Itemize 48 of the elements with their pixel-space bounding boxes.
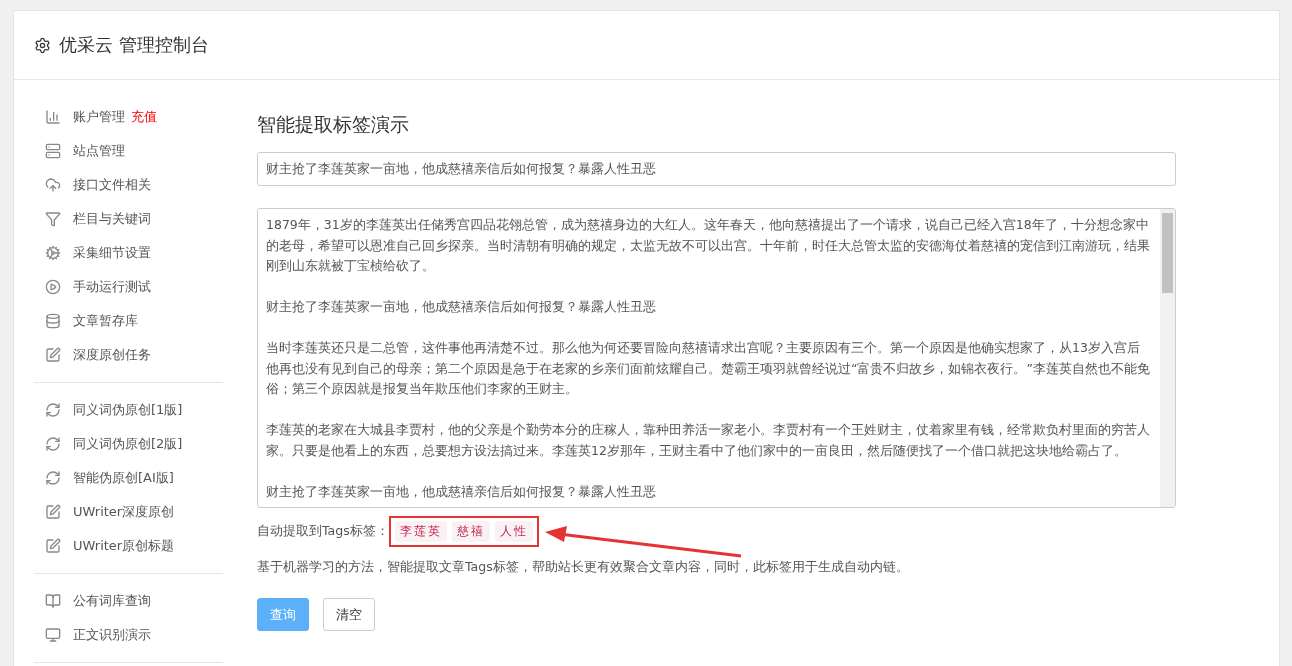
clear-button[interactable]: 清空 [323,598,375,631]
sidebar-item[interactable]: 同义词伪原创[2版] [34,427,223,461]
edit-icon [45,504,61,520]
edit-icon [45,347,61,363]
sidebar-item[interactable]: 智能伪原创[AI版] [34,461,223,495]
monitor-icon [45,627,61,643]
refresh-icon [45,402,61,418]
content-paragraph: 李莲英的老家在大城县李贾村，他的父亲是个勤劳本分的庄稼人，靠种田养活一家老小。李贾村有一个王姓财主，仗着家里有钱，经常欺负村里面的穷苦人家。只要是他看上的东西，总要想方设法搞过来。李莲英12岁那年，王财主看中了他们家中的一亩良田，然后随便找了一个借口就把这块地给霸占了。 [266,421,1151,460]
book-icon [45,593,61,609]
page-title: 智能提取标签演示 [257,112,410,137]
sidebar-item[interactable]: 站点管理 [34,134,223,168]
bar-chart-icon [45,109,61,125]
cloud-upload-icon [45,177,61,193]
sidebar-item[interactable]: 账户管理 充值 [34,100,223,134]
sidebar-item[interactable]: 手动运行测试 [34,270,223,304]
sidebar-item[interactable]: 采集细节设置 [34,236,223,270]
play-icon [45,279,61,295]
sidebar-item[interactable]: UWriter原创标题 [34,529,223,563]
sidebar-item[interactable]: 文章暂存库 [34,304,223,338]
sidebar-item[interactable]: 公有词库查询 [34,584,223,618]
filter-icon [45,211,61,227]
tag: 慈禧 [451,520,490,542]
tag: 李莲英 [394,520,447,542]
server-icon [45,143,61,159]
sidebar-item[interactable]: UWriter深度原创 [34,495,223,529]
sidebar-item[interactable]: 深度原创任务 [34,338,223,372]
tag: 人性 [494,520,533,542]
settings-icon [34,36,51,54]
sidebar-item[interactable]: 正文识别演示 [34,618,223,652]
tags-label: 自动提取到Tags标签： [257,522,389,540]
gears-icon [45,245,61,261]
scrollbar[interactable] [1160,209,1175,507]
title-field[interactable]: 财主抢了李莲英家一亩地，他成慈禧亲信后如何报复？暴露人性丑恶 [257,152,1176,186]
recharge-badge[interactable]: 充值 [131,108,157,126]
sidebar-item[interactable]: 栏目与关键词 [34,202,223,236]
content-paragraph: 财主抢了李莲英家一亩地，他成慈禧亲信后如何报复？暴露人性丑恶 [266,482,657,501]
content-paragraph: 当时李莲英还只是二总管，这件事他再清楚不过。那么他为何还要冒险向慈禧请求出宫呢？主要原因有三个。第一个原因是他确实想家了，从13岁入宫后他再也没有见到自己的母亲；第二个原因是急于在老家的乡亲们面前炫耀自己。楚霸王项羽就曾经说过“富贵不归故乡，如锦衣夜行。”李莲英自然也不能免俗；第三个原因就是报复当年欺压他们李家的王财主。 [266,339,1151,398]
sidebar-item[interactable]: 同义词伪原创[1版] [34,393,223,427]
database-icon [45,313,61,329]
sidebar-item[interactable]: 接口文件相关 [34,168,223,202]
content-paragraph: 财主抢了李莲英家一亩地，他成慈禧亲信后如何报复？暴露人性丑恶 [266,298,657,316]
content-paragraph: 1879年，31岁的李莲英出任储秀宫四品花翎总管，成为慈禧身边的大红人。这年春天，他向慈禧提出了一个请求，说自己已经入宫18年了，十分想念家中的老母，希望可以恩准自己回乡探亲。当时清朝有明确的规定，太监无故不可以出宫。十年前，时任大总管太监的安德海仗着慈禧的宠信到江南游玩，结果刚到山东就被丁宝桢给砍了。 [266,216,1151,275]
edit-icon [45,538,61,554]
content-field[interactable] [257,208,1176,508]
description-text: 基于机器学习的方法，智能提取文章Tags标签，帮助站长更有效聚合文章内容，同时，此标签用于生成自动内链。 [257,559,910,576]
refresh-icon [45,470,61,486]
console-title: 优采云 管理控制台 [59,33,209,57]
refresh-icon [45,436,61,452]
